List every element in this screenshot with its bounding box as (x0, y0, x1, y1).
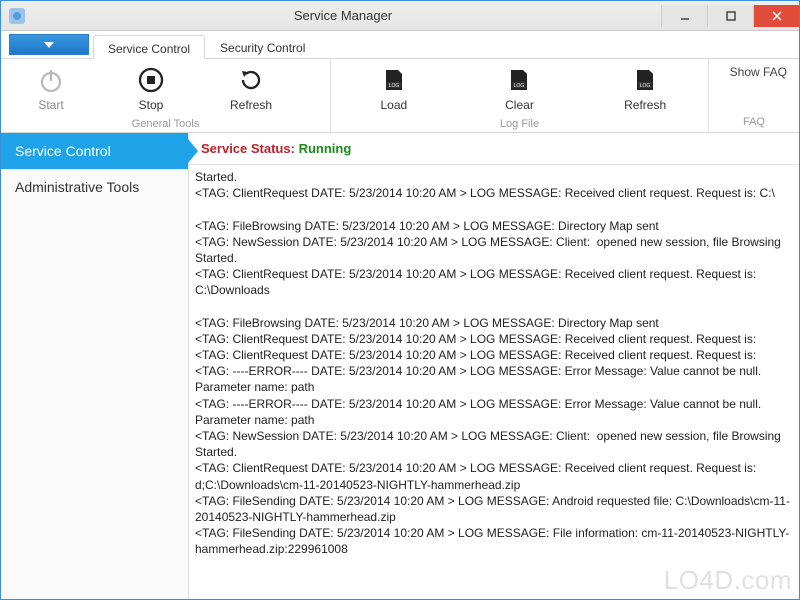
load-button-label: Load (380, 98, 407, 112)
log-icon: LOG (504, 65, 534, 95)
refresh-log-button-label: Refresh (624, 98, 666, 112)
log-icon: LOG (379, 65, 409, 95)
refresh-log-button[interactable]: LOG Refresh (595, 61, 695, 116)
ribbon-group-label-faq: FAQ (713, 114, 795, 130)
app-icon (9, 8, 25, 24)
ribbon: Start Stop Refresh General Tools LOG (1, 59, 799, 133)
svg-text:LOG: LOG (389, 83, 400, 89)
stop-button-label: Stop (139, 98, 164, 112)
minimize-button[interactable] (661, 5, 707, 27)
log-icon: LOG (630, 65, 660, 95)
status-value: Running (299, 141, 352, 156)
start-button-label: Start (38, 98, 63, 112)
svg-text:LOG: LOG (514, 83, 525, 89)
stop-button[interactable]: Stop (101, 61, 201, 116)
status-row: Service Status: Running (189, 133, 799, 165)
ribbon-group-label-general: General Tools (1, 116, 330, 132)
load-button[interactable]: LOG Load (344, 61, 444, 116)
window-buttons (661, 5, 799, 27)
tab-service-control[interactable]: Service Control (93, 35, 205, 59)
clear-button-label: Clear (505, 98, 534, 112)
power-icon (36, 65, 66, 95)
window-title: Service Manager (25, 8, 661, 23)
body-area: Service Control Administrative Tools Ser… (1, 133, 799, 599)
chevron-down-icon (44, 42, 54, 48)
sidebar-item-admin-tools[interactable]: Administrative Tools (1, 169, 188, 205)
menu-dropdown-button[interactable] (9, 34, 89, 55)
maximize-button[interactable] (707, 5, 753, 27)
svg-text:LOG: LOG (640, 83, 651, 89)
ribbon-group-general-tools: Start Stop Refresh General Tools (1, 59, 331, 132)
ribbon-group-log-file: LOG Load LOG Clear LOG Refresh Log File (331, 59, 709, 132)
refresh-icon (236, 65, 266, 95)
tab-security-control[interactable]: Security Control (205, 34, 320, 58)
ribbon-group-label-logfile: Log File (331, 116, 708, 132)
refresh-button-label: Refresh (230, 98, 272, 112)
close-button[interactable] (753, 5, 799, 27)
show-faq-link[interactable]: Show FAQ (713, 65, 795, 79)
sidebar-item-service-control[interactable]: Service Control (1, 133, 188, 169)
main-panel: Service Status: Running Started. <TAG: C… (189, 133, 799, 599)
start-button[interactable]: Start (1, 61, 101, 116)
log-view[interactable]: Started. <TAG: ClientRequest DATE: 5/23/… (189, 165, 799, 599)
clear-button[interactable]: LOG Clear (469, 61, 569, 116)
tab-strip: Service Control Security Control (1, 31, 799, 59)
ribbon-group-faq: Show FAQ FAQ (709, 59, 799, 132)
status-label: Service Status: (201, 141, 295, 156)
stop-icon (136, 65, 166, 95)
refresh-button[interactable]: Refresh (201, 61, 301, 116)
sidebar: Service Control Administrative Tools (1, 133, 189, 599)
window-titlebar: Service Manager (1, 1, 799, 31)
